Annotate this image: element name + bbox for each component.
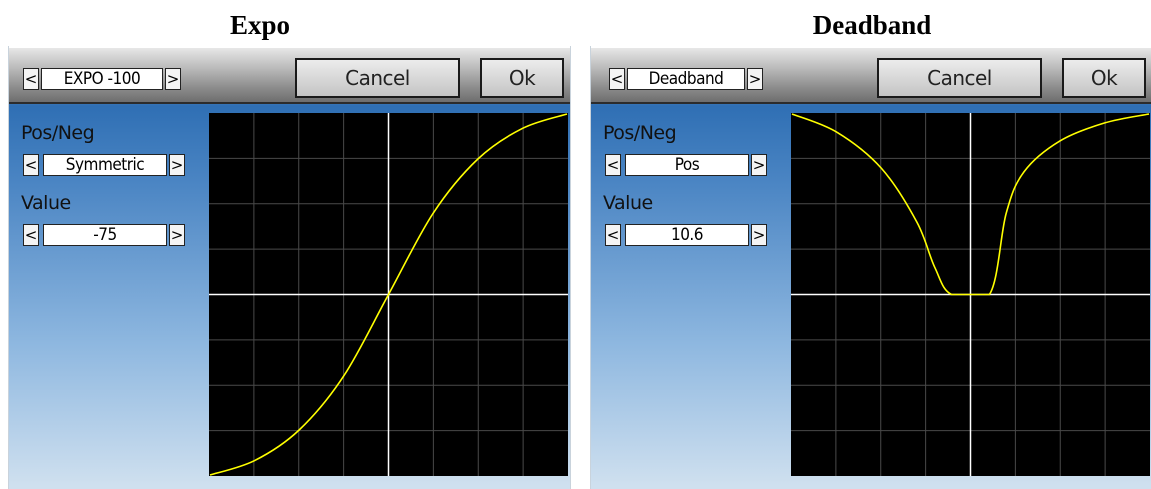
- expo-value-next-button[interactable]: >: [169, 224, 185, 246]
- deadband-pos-neg-label: Pos/Neg: [603, 122, 677, 144]
- deadband-pos-neg-next-button[interactable]: >: [751, 154, 767, 176]
- deadband-value-prev-button[interactable]: <: [605, 224, 621, 246]
- expo-screen: < EXPO -100 > Cancel Ok Pos/Neg < Symmet…: [8, 46, 571, 489]
- deadband-cancel-button[interactable]: Cancel: [877, 58, 1042, 98]
- deadband-value-label: Value: [603, 192, 653, 214]
- deadband-screen: < Deadband > Cancel Ok Pos/Neg < Pos > V…: [590, 46, 1151, 489]
- expo-curve-chart: [209, 113, 568, 476]
- expo-pos-neg-prev-button[interactable]: <: [23, 154, 39, 176]
- expo-pos-neg-next-button[interactable]: >: [169, 154, 185, 176]
- deadband-pos-neg-prev-button[interactable]: <: [605, 154, 621, 176]
- expo-cancel-button[interactable]: Cancel: [295, 58, 460, 98]
- deadband-ok-button[interactable]: Ok: [1062, 58, 1146, 98]
- expo-panel-title: Expo: [229, 10, 291, 40]
- deadband-value-next-button[interactable]: >: [751, 224, 767, 246]
- expo-curve-plot: [209, 113, 568, 476]
- expo-value-field[interactable]: -75: [43, 224, 167, 246]
- deadband-curve-selector[interactable]: Deadband: [627, 68, 745, 90]
- expo-pos-neg-field[interactable]: Symmetric: [43, 154, 167, 176]
- deadband-curve-chart: [791, 113, 1150, 476]
- expo-value-prev-button[interactable]: <: [23, 224, 39, 246]
- deadband-top-bar: < Deadband > Cancel Ok: [591, 48, 1151, 104]
- expo-pos-neg-label: Pos/Neg: [21, 122, 95, 144]
- deadband-curve-next-button[interactable]: >: [747, 68, 763, 90]
- expo-curve-selector[interactable]: EXPO -100: [41, 68, 163, 90]
- deadband-curve-plot: [791, 113, 1150, 476]
- deadband-value-field[interactable]: 10.6: [625, 224, 749, 246]
- expo-curve-next-button[interactable]: >: [165, 68, 181, 90]
- expo-value-label: Value: [21, 192, 71, 214]
- deadband-curve-prev-button[interactable]: <: [609, 68, 625, 90]
- expo-top-bar: < EXPO -100 > Cancel Ok: [9, 48, 570, 104]
- expo-ok-button[interactable]: Ok: [480, 58, 564, 98]
- deadband-pos-neg-field[interactable]: Pos: [625, 154, 749, 176]
- expo-curve-prev-button[interactable]: <: [23, 68, 39, 90]
- deadband-panel-title: Deadband: [812, 10, 932, 40]
